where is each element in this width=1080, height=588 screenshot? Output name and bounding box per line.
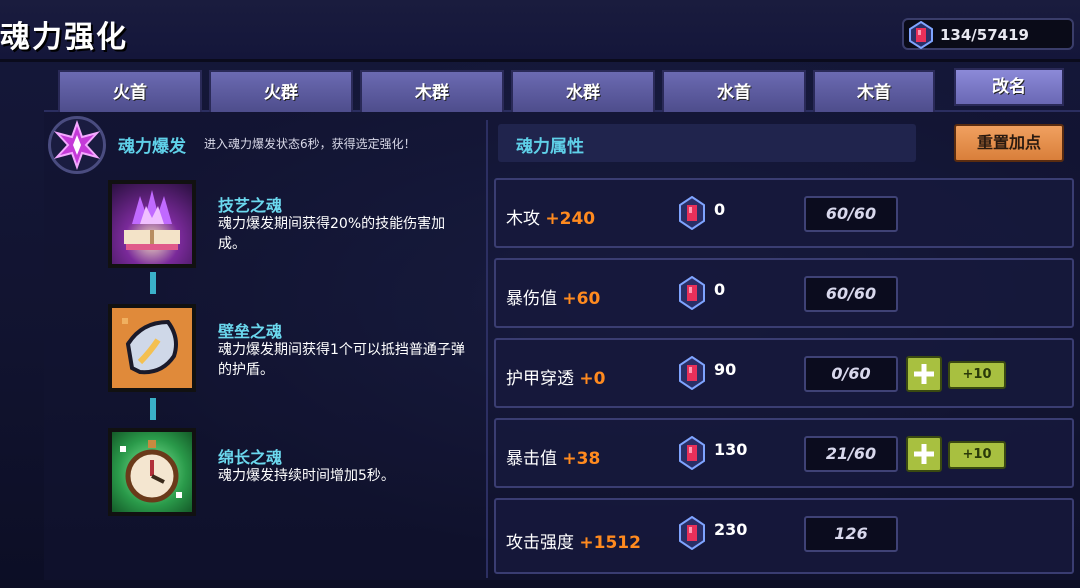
- tab-wood-group[interactable]: 木群: [360, 70, 504, 112]
- attribute-name: 暴击值: [506, 449, 557, 469]
- attribute-cost: 0: [714, 200, 726, 219]
- soul-burst-title: 魂力爆发: [118, 137, 186, 157]
- top-bar: 魂力强化 134/57419: [0, 0, 1080, 62]
- attribute-name: 木攻: [506, 209, 540, 229]
- shield-icon[interactable]: [108, 304, 196, 392]
- attribute-name-wrap: 攻击强度 +1512: [506, 528, 641, 553]
- attribute-name-wrap: 暴伤值 +60: [506, 284, 600, 309]
- tab-fire-group[interactable]: 火群: [209, 70, 353, 112]
- tab-fire-single[interactable]: 火首: [58, 70, 202, 112]
- attributes-header-label: 魂力属性: [516, 137, 584, 157]
- add-one-point-button[interactable]: [906, 356, 942, 392]
- soul-gem-icon: [679, 436, 705, 470]
- soul-currency-display: 134/57419: [902, 18, 1074, 50]
- attributes-header: 魂力属性: [498, 124, 916, 162]
- attribute-row: 木攻 +240 0 60/60: [494, 178, 1074, 248]
- rename-button[interactable]: 改名: [954, 68, 1064, 106]
- skill-connector: [150, 272, 156, 294]
- attribute-bonus: +38: [562, 449, 601, 469]
- page-title: 魂力强化: [0, 20, 128, 55]
- attribute-bonus: +240: [545, 209, 596, 229]
- add-one-point-button[interactable]: [906, 436, 942, 472]
- tab-water-group[interactable]: 水群: [511, 70, 655, 112]
- attribute-row: 护甲穿透 +0 90 0/60 +10: [494, 338, 1074, 408]
- attribute-row: 攻击强度 +1512 230 126: [494, 498, 1074, 574]
- skill-connector: [150, 398, 156, 420]
- attribute-name: 暴伤值: [506, 289, 557, 309]
- soul-gem-icon: [679, 356, 705, 390]
- column-divider: [486, 120, 488, 578]
- attribute-cost: 230: [714, 520, 748, 539]
- attribute-cost: 90: [714, 360, 737, 379]
- skill-desc: 魂力爆发期间获得1个可以抵挡普通子弹的护盾。: [218, 342, 465, 378]
- attribute-progress: 126: [804, 516, 898, 552]
- attribute-name: 攻击强度: [506, 533, 574, 553]
- attribute-cost: 130: [714, 440, 748, 459]
- attribute-name-wrap: 护甲穿透 +0: [506, 364, 605, 389]
- skill-desc: 魂力爆发期间获得20%的技能伤害加成。: [218, 216, 446, 252]
- attribute-progress: 21/60: [804, 436, 898, 472]
- soul-gem-icon: [909, 21, 933, 49]
- attribute-name-wrap: 木攻 +240: [506, 204, 595, 229]
- attribute-progress: 60/60: [804, 196, 898, 232]
- attribute-cost: 0: [714, 280, 726, 299]
- currency-value: 134/57419: [940, 26, 1029, 44]
- attribute-progress: 0/60: [804, 356, 898, 392]
- soul-burst-icon: [48, 116, 106, 174]
- attribute-row: 暴伤值 +60 0 60/60: [494, 258, 1074, 328]
- attribute-row: 暴击值 +38 130 21/60 +10: [494, 418, 1074, 488]
- attribute-bonus: +60: [562, 289, 601, 309]
- reset-points-button[interactable]: 重置加点: [954, 124, 1064, 162]
- soul-gem-icon: [679, 516, 705, 550]
- soul-burst-desc: 进入魂力爆发状态6秒，获得选定强化！: [204, 137, 416, 151]
- tab-wood-single[interactable]: 木首: [813, 70, 935, 112]
- skill-desc: 魂力爆发持续时间增加5秒。: [218, 468, 395, 484]
- attribute-bonus: +0: [579, 369, 606, 389]
- soul-gem-icon: [679, 276, 705, 310]
- clock-icon[interactable]: [108, 428, 196, 516]
- add-ten-points-button[interactable]: +10: [948, 441, 1006, 469]
- soul-gem-icon: [679, 196, 705, 230]
- add-ten-points-button[interactable]: +10: [948, 361, 1006, 389]
- tab-water-single[interactable]: 水首: [662, 70, 806, 112]
- attribute-progress: 60/60: [804, 276, 898, 312]
- skill-name: 绵长之魂: [218, 448, 283, 467]
- attribute-name: 护甲穿透: [506, 369, 574, 389]
- skill-name: 壁垒之魂: [218, 322, 283, 341]
- attribute-name-wrap: 暴击值 +38: [506, 444, 600, 469]
- attribute-bonus: +1512: [579, 533, 641, 553]
- skill-name: 技艺之魂: [218, 196, 283, 215]
- purple-flame-book-icon[interactable]: [108, 180, 196, 268]
